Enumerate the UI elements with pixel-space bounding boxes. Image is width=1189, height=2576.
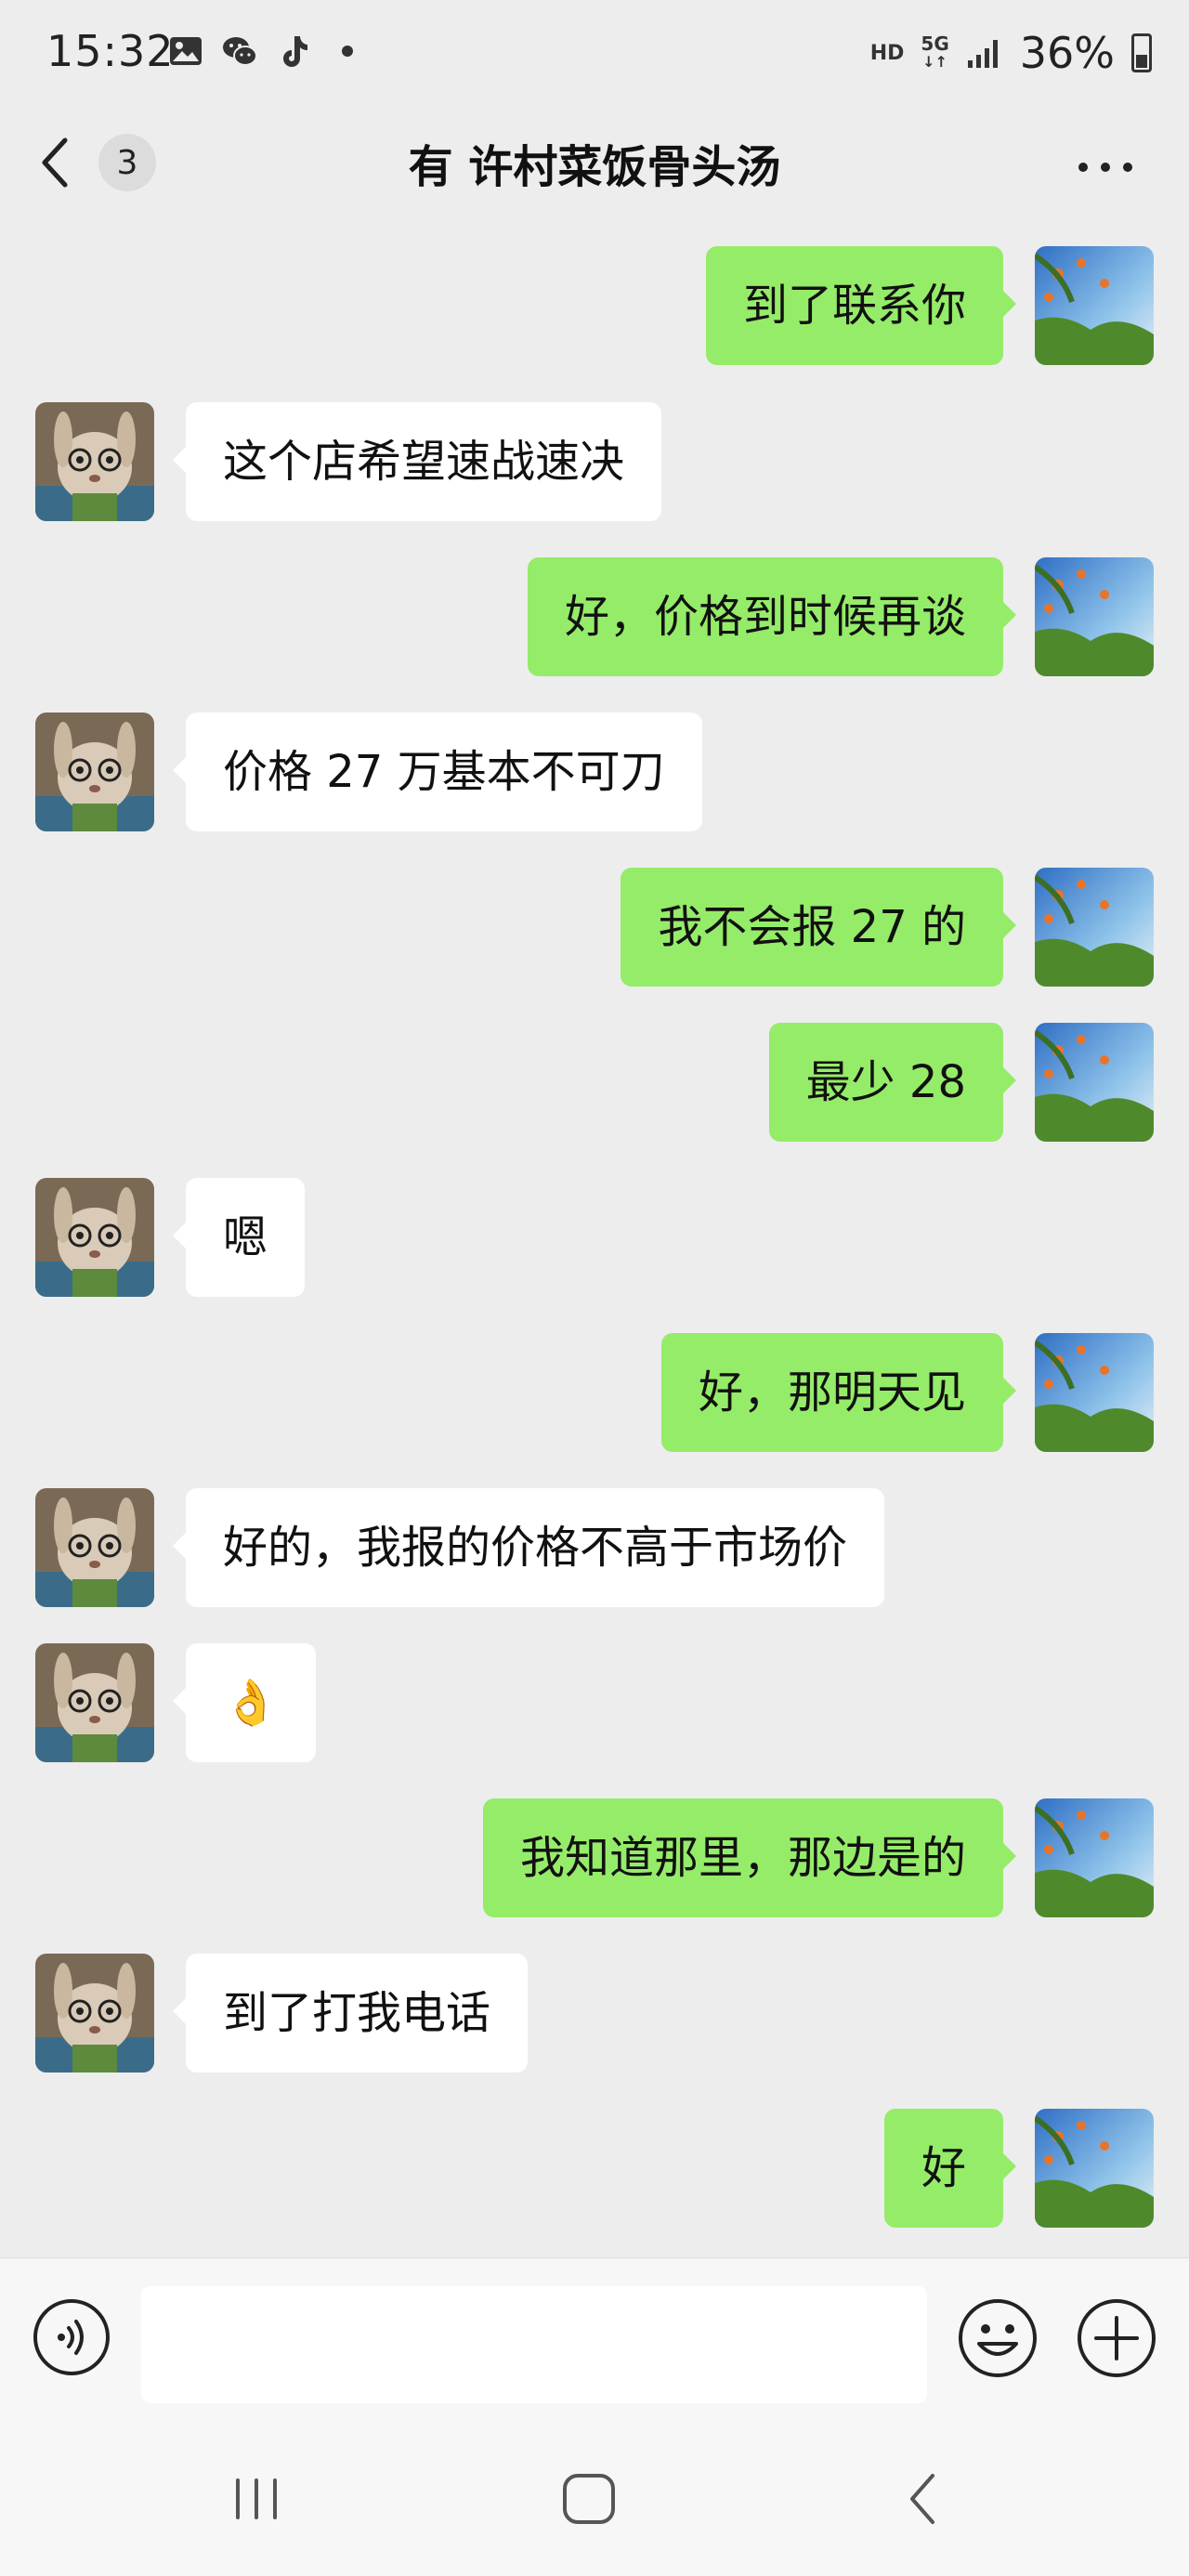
chat-title: 有 许村菜饭骨头汤 [408, 141, 781, 193]
plus-icon[interactable] [1076, 2297, 1157, 2379]
message-row-outgoing: 到了联系你 [0, 246, 1189, 367]
message-bubble-incoming[interactable]: 这个店希望速战速决 [172, 402, 662, 521]
message-row-incoming: 👌 [0, 1643, 1189, 1764]
back-icon[interactable] [886, 2466, 960, 2531]
voice-icon[interactable] [32, 2297, 111, 2377]
contact-avatar[interactable] [35, 1178, 154, 1297]
notification-icons [167, 30, 366, 72]
message-row-outgoing: 好，价格到时候再谈 [0, 557, 1189, 678]
rabbit-avatar-image [35, 1643, 154, 1762]
message-bubble-incoming[interactable]: 👌 [173, 1643, 316, 1762]
recents-icon[interactable] [219, 2466, 294, 2531]
tree-sky-avatar-image [1035, 557, 1154, 676]
message-bubble-incoming[interactable]: 到了打我电话 [172, 1954, 529, 2073]
message-row-incoming: 价格 27 万基本不可刀 [0, 713, 1189, 833]
contact-avatar[interactable] [35, 1488, 154, 1607]
more-button[interactable] [1059, 149, 1152, 186]
rabbit-avatar-image [35, 1178, 154, 1297]
system-navigation-bar [0, 2415, 1189, 2576]
tree-sky-avatar-image [1035, 1333, 1154, 1452]
more-dots-icon [1078, 163, 1088, 172]
tree-sky-avatar-image [1035, 1023, 1154, 1142]
message-bubble-incoming[interactable]: 价格 27 万基本不可刀 [173, 713, 702, 831]
message-row-incoming: 好的，我报的价格不高于市场价 [0, 1488, 1189, 1609]
my-avatar[interactable] [1035, 1798, 1154, 1917]
tree-sky-avatar-image [1035, 2109, 1154, 2228]
my-avatar[interactable] [1035, 1333, 1154, 1452]
contact-avatar[interactable] [35, 1643, 154, 1762]
message-row-incoming: 到了打我电话 [0, 1954, 1189, 2074]
message-bubble-outgoing[interactable]: 我知道那里，那边是的 [482, 1798, 1017, 1917]
emoji-icon[interactable] [957, 2297, 1039, 2379]
dot-icon [342, 46, 353, 57]
contact-avatar[interactable] [35, 713, 154, 831]
wechat-icon [223, 37, 257, 66]
rabbit-avatar-image [35, 402, 154, 521]
my-avatar[interactable] [1035, 246, 1154, 365]
signal-icon [967, 40, 998, 68]
contact-avatar[interactable] [35, 1954, 154, 2073]
message-list[interactable]: 到了联系你 这个店希望速战速决 好，价格到时候再谈 价格 27 万基本不可刀 我… [0, 223, 1189, 2257]
home-icon[interactable] [552, 2466, 626, 2531]
battery-percent: 36% [1019, 28, 1115, 78]
message-bubble-incoming[interactable]: 嗯 [172, 1178, 306, 1297]
gallery-icon [170, 37, 202, 65]
message-row-outgoing: 好，那明天见 [0, 1333, 1189, 1454]
network-label: 5G [921, 33, 949, 55]
message-row-outgoing: 好 [0, 2109, 1189, 2229]
message-bubble-outgoing[interactable]: 好 [883, 2109, 1017, 2228]
message-bubble-outgoing[interactable]: 我不会报 27 的 [621, 868, 1016, 987]
contact-avatar[interactable] [35, 402, 154, 521]
my-avatar[interactable] [1035, 557, 1154, 676]
rabbit-avatar-image [35, 713, 154, 831]
message-input[interactable] [141, 2286, 927, 2403]
message-row-incoming: 这个店希望速战速决 [0, 402, 1189, 523]
more-dots-icon [1123, 163, 1132, 172]
message-bubble-outgoing[interactable]: 最少 28 [768, 1023, 1017, 1142]
rabbit-avatar-image [35, 1488, 154, 1607]
message-row-incoming: 嗯 [0, 1178, 1189, 1299]
input-bar [0, 2257, 1189, 2415]
tree-sky-avatar-image [1035, 1798, 1154, 1917]
my-avatar[interactable] [1035, 2109, 1154, 2228]
battery-icon [1131, 33, 1152, 72]
message-bubble-outgoing[interactable]: 好，价格到时候再谈 [527, 557, 1017, 676]
data-arrows-icon: ↓↑ [922, 53, 947, 71]
status-time: 15:32 [46, 26, 175, 76]
message-row-outgoing: 我知道那里，那边是的 [0, 1798, 1189, 1919]
message-bubble-outgoing[interactable]: 好，那明天见 [660, 1333, 1017, 1452]
status-bar: 15:32 HD 5G ↓↑ 36% [0, 0, 1189, 102]
rabbit-avatar-image [35, 1954, 154, 2073]
tiktok-icon [283, 36, 307, 67]
tree-sky-avatar-image [1035, 868, 1154, 987]
more-dots-icon [1101, 163, 1110, 172]
network-indicator: 5G ↓↑ [921, 34, 948, 72]
chat-header: 3 有 许村菜饭骨头汤 [0, 102, 1189, 223]
tree-sky-avatar-image [1035, 246, 1154, 365]
my-avatar[interactable] [1035, 868, 1154, 987]
message-bubble-incoming[interactable]: 好的，我报的价格不高于市场价 [172, 1488, 885, 1607]
message-row-outgoing: 最少 28 [0, 1023, 1189, 1144]
status-right: HD 5G ↓↑ 36% [870, 28, 1152, 78]
message-bubble-outgoing[interactable]: 到了联系你 [705, 246, 1017, 365]
my-avatar[interactable] [1035, 1023, 1154, 1142]
hd-indicator: HD [869, 41, 905, 65]
message-row-outgoing: 我不会报 27 的 [0, 868, 1189, 988]
